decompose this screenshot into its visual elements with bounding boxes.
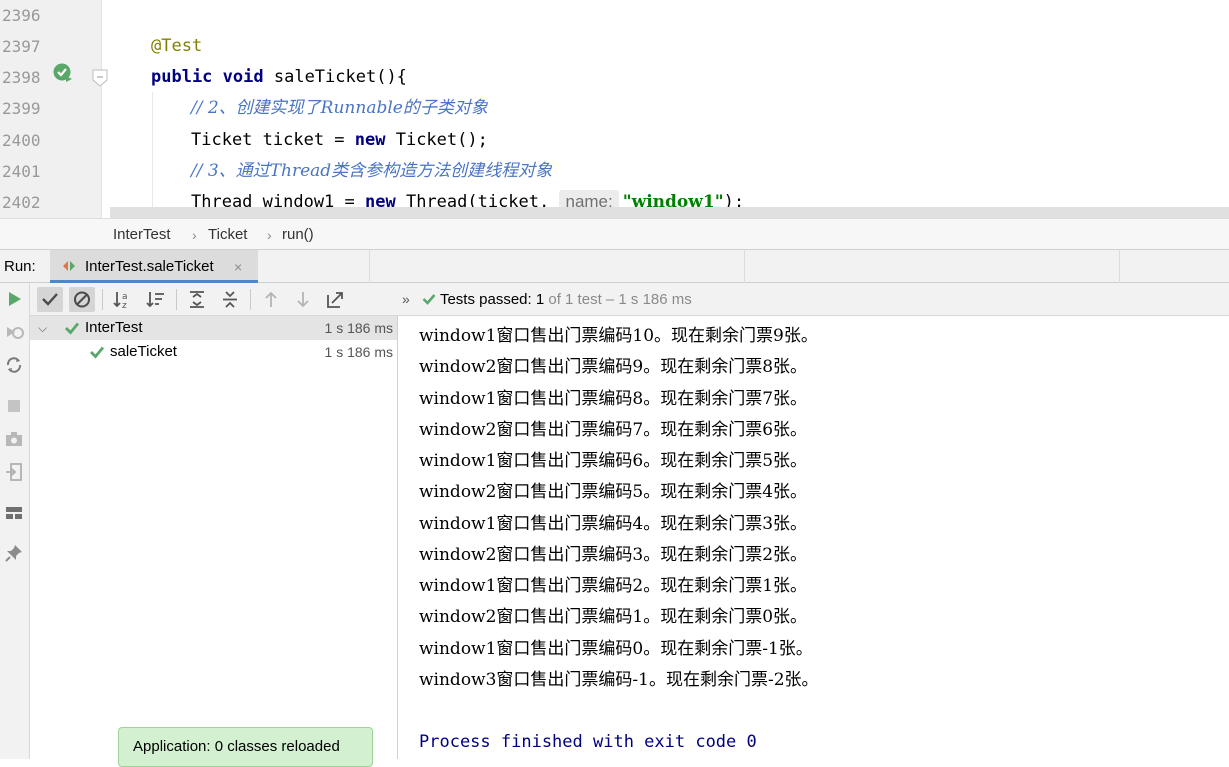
test-tree-label: saleTicket	[110, 343, 177, 360]
run-side-toolbar	[0, 283, 30, 759]
test-config-icon	[63, 261, 75, 271]
breadcrumb-item-method[interactable]: run()	[282, 225, 314, 245]
keyword: void	[222, 67, 264, 87]
code-text: saleTicket(){	[263, 67, 407, 87]
line-number: 2402	[2, 193, 41, 212]
toolbar-separator	[176, 289, 177, 310]
line-number: 2397	[2, 37, 41, 56]
keyword: public	[151, 67, 213, 87]
test-tree-row-method[interactable]: saleTicket 1 s 186 ms	[30, 340, 397, 364]
run-icon[interactable]	[3, 288, 25, 310]
reload-notification[interactable]: Application: 0 classes reloaded	[118, 727, 373, 767]
keyword: new	[354, 130, 386, 150]
console-line: window1窗口售出门票编码4。现在剩余门票3张。	[419, 514, 808, 534]
collapse-all-icon[interactable]	[217, 287, 243, 312]
run-test-gutter-icon[interactable]	[52, 62, 74, 84]
divider	[744, 250, 745, 283]
pin-icon[interactable]	[3, 542, 25, 564]
run-tab-label: InterTest.saleTicket	[85, 258, 214, 275]
run-tool-window-header: Run: InterTest.saleTicket ×	[0, 250, 1229, 283]
code-text: Ticket ticket =	[191, 130, 355, 150]
check-icon[interactable]	[37, 287, 63, 312]
toolbar-separator	[250, 289, 251, 310]
test-tree-label: InterTest	[85, 319, 143, 336]
console-line: window2窗口售出门票编码1。现在剩余门票0张。	[419, 607, 808, 627]
code-comment: // 2、创建实现了Runnable的子类对象	[191, 98, 488, 118]
svg-text:z: z	[122, 301, 127, 311]
code-line: Ticket ticket = new Ticket();	[110, 125, 1229, 156]
line-number: 2399	[2, 99, 41, 118]
line-gutter: 2396 2397 2398 2399 2400 2401 2402	[0, 0, 108, 218]
console-line: window1窗口售出门票编码0。现在剩余门票-1张。	[419, 639, 813, 659]
console-output[interactable]: window1窗口售出门票编码10。现在剩余门票9张。 window2窗口售出门…	[398, 316, 1229, 759]
tests-passed-label: Tests passed:	[439, 291, 536, 308]
fold-marker-icon[interactable]	[92, 69, 108, 87]
code-editor[interactable]: 2396 2397 2398 2399 2400 2401 2402 @Test…	[0, 0, 1229, 218]
check-icon	[422, 294, 436, 305]
code-text: Ticket();	[385, 130, 488, 150]
test-tree: ⌵ InterTest 1 s 186 ms saleTicket 1 s 18…	[30, 316, 398, 759]
sort-duration-icon[interactable]	[143, 287, 169, 312]
annotation: @Test	[151, 36, 203, 56]
toolbar-separator	[102, 289, 103, 310]
console-line: window2窗口售出门票编码5。现在剩余门票4张。	[419, 482, 808, 502]
camera-icon[interactable]	[3, 428, 25, 450]
console-line: window1窗口售出门票编码10。现在剩余门票9张。	[419, 326, 818, 346]
check-icon	[65, 322, 80, 335]
expand-all-icon[interactable]	[184, 287, 210, 312]
test-results-toolbar: a z » Tests passed: 1 of 1 test – 1 s 18…	[30, 283, 1229, 316]
test-duration: 1 s 186 ms	[324, 344, 393, 360]
console-line: window1窗口售出门票编码8。现在剩余门票7张。	[419, 389, 808, 409]
tests-passed-count: 1	[535, 291, 545, 308]
arrow-up-icon[interactable]	[258, 287, 284, 312]
console-line: window3窗口售出门票编码-1。现在剩余门票-2张。	[419, 670, 819, 690]
tests-status: » Tests passed: 1 of 1 test – 1 s 186 ms	[402, 289, 692, 310]
breadcrumb: InterTest › Ticket › run()	[0, 218, 1229, 250]
export-icon[interactable]	[322, 287, 348, 312]
chevron-down-icon[interactable]: ⌵	[38, 316, 47, 340]
tests-summary: of 1 test – 1 s 186 ms	[544, 291, 692, 308]
code-line: // 2、创建实现了Runnable的子类对象	[110, 93, 1229, 124]
ignored-icon[interactable]	[69, 287, 95, 312]
chevron-right-icon: ›	[192, 227, 197, 243]
code-line: public void saleTicket(){	[110, 62, 1229, 93]
rerun-failed-icon[interactable]	[3, 321, 25, 343]
breadcrumb-item-inner-class[interactable]: Ticket	[208, 225, 247, 245]
test-duration: 1 s 186 ms	[324, 320, 393, 336]
close-icon[interactable]: ×	[234, 257, 242, 277]
sort-alpha-icon[interactable]: a z	[110, 287, 136, 312]
test-tree-row-class[interactable]: ⌵ InterTest 1 s 186 ms	[30, 316, 397, 340]
line-number: 2398	[2, 68, 41, 87]
divider	[1119, 250, 1120, 283]
import-icon[interactable]	[3, 461, 25, 483]
console-line: window1窗口售出门票编码2。现在剩余门票1张。	[419, 576, 808, 596]
console-line: window2窗口售出门票编码3。现在剩余门票2张。	[419, 545, 808, 565]
breadcrumb-item-class[interactable]: InterTest	[113, 225, 171, 245]
line-number: 2400	[2, 131, 41, 150]
chevron-right-icon: ›	[267, 227, 272, 243]
auto-test-icon[interactable]	[3, 354, 25, 376]
code-line: // 3、通过Thread类含参构造方法创建线程对象	[110, 156, 1229, 187]
line-number: 2401	[2, 162, 41, 181]
code-comment: // 3、通过Thread类含参构造方法创建线程对象	[191, 161, 553, 181]
check-icon	[90, 346, 105, 359]
console-line: window1窗口售出门票编码6。现在剩余门票5张。	[419, 451, 808, 471]
console-line: window2窗口售出门票编码7。现在剩余门票6张。	[419, 420, 808, 440]
divider	[369, 250, 370, 283]
more-icon[interactable]: »	[402, 291, 410, 307]
run-config-tab[interactable]: InterTest.saleTicket ×	[50, 250, 258, 283]
layout-icon[interactable]	[3, 502, 25, 524]
console-line: window2窗口售出门票编码9。现在剩余门票8张。	[419, 357, 808, 377]
code-line: @Test	[110, 31, 1229, 62]
line-number: 2396	[2, 6, 41, 25]
stop-icon[interactable]	[3, 395, 25, 417]
run-label: Run:	[4, 258, 36, 275]
arrow-down-icon[interactable]	[290, 287, 316, 312]
horizontal-scrollbar[interactable]	[110, 207, 1229, 218]
console-exit-line: Process finished with exit code 0	[419, 732, 757, 752]
